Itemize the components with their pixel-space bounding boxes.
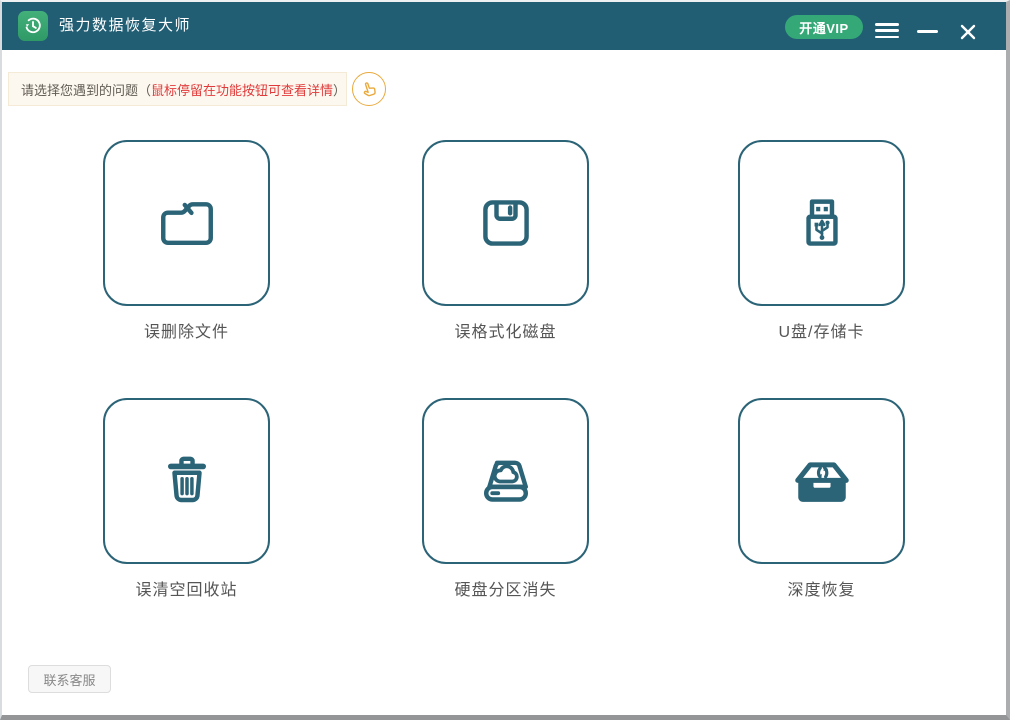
- notice-highlight: 鼠标停留在功能按钮可查看详情: [151, 80, 333, 99]
- page-title: 强力数据恢复大师: [59, 2, 191, 50]
- close-icon[interactable]: [958, 22, 978, 42]
- usb-storage-card[interactable]: [738, 140, 905, 306]
- feature-deep-recovery: 深度恢复: [738, 398, 905, 600]
- deep-recovery-inbox-icon: [784, 443, 860, 519]
- hand-pointer-icon: [352, 72, 386, 106]
- feature-lost-partition: 硬盘分区消失: [422, 398, 589, 600]
- trash-icon: [149, 443, 225, 519]
- title-bar: 强力数据恢复大师 开通VIP: [2, 2, 1006, 50]
- card-label: U盘/存储卡: [738, 318, 905, 342]
- hard-drive-cloud-icon: [468, 443, 544, 519]
- card-label: 误删除文件: [103, 318, 270, 342]
- menu-icon[interactable]: [875, 23, 899, 38]
- floppy-disk-icon: [468, 185, 544, 261]
- feature-formatted-disk: 误格式化磁盘: [422, 140, 589, 342]
- folder-icon: [149, 185, 225, 261]
- formatted-disk-card[interactable]: [422, 140, 589, 306]
- usb-drive-icon: [784, 185, 860, 261]
- minimize-icon[interactable]: [917, 30, 938, 33]
- deleted-files-card[interactable]: [103, 140, 270, 306]
- deep-recovery-card[interactable]: [738, 398, 905, 564]
- open-vip-button[interactable]: 开通VIP: [785, 15, 863, 39]
- card-label: 深度恢复: [738, 576, 905, 600]
- app-logo: [18, 11, 48, 41]
- card-label: 误清空回收站: [103, 576, 270, 600]
- card-label: 硬盘分区消失: [422, 576, 589, 600]
- feature-deleted-files: 误删除文件: [103, 140, 270, 342]
- logo-restore-icon: [22, 15, 44, 37]
- app-window: 强力数据恢复大师 开通VIP 请选择您遇到的问题（鼠标停留在功能按钮可查看详情）: [0, 0, 1010, 720]
- feature-usb-storage: U盘/存储卡: [738, 140, 905, 342]
- notice-bar: 请选择您遇到的问题（鼠标停留在功能按钮可查看详情）: [8, 72, 347, 106]
- contact-support-button[interactable]: 联系客服: [28, 665, 111, 693]
- card-label: 误格式化磁盘: [422, 318, 589, 342]
- lost-partition-card[interactable]: [422, 398, 589, 564]
- notice-text: 请选择您遇到的问题（: [21, 80, 151, 99]
- notice-text-suffix: ）: [333, 80, 346, 99]
- feature-emptied-recycle-bin: 误清空回收站: [103, 398, 270, 600]
- emptied-recycle-bin-card[interactable]: [103, 398, 270, 564]
